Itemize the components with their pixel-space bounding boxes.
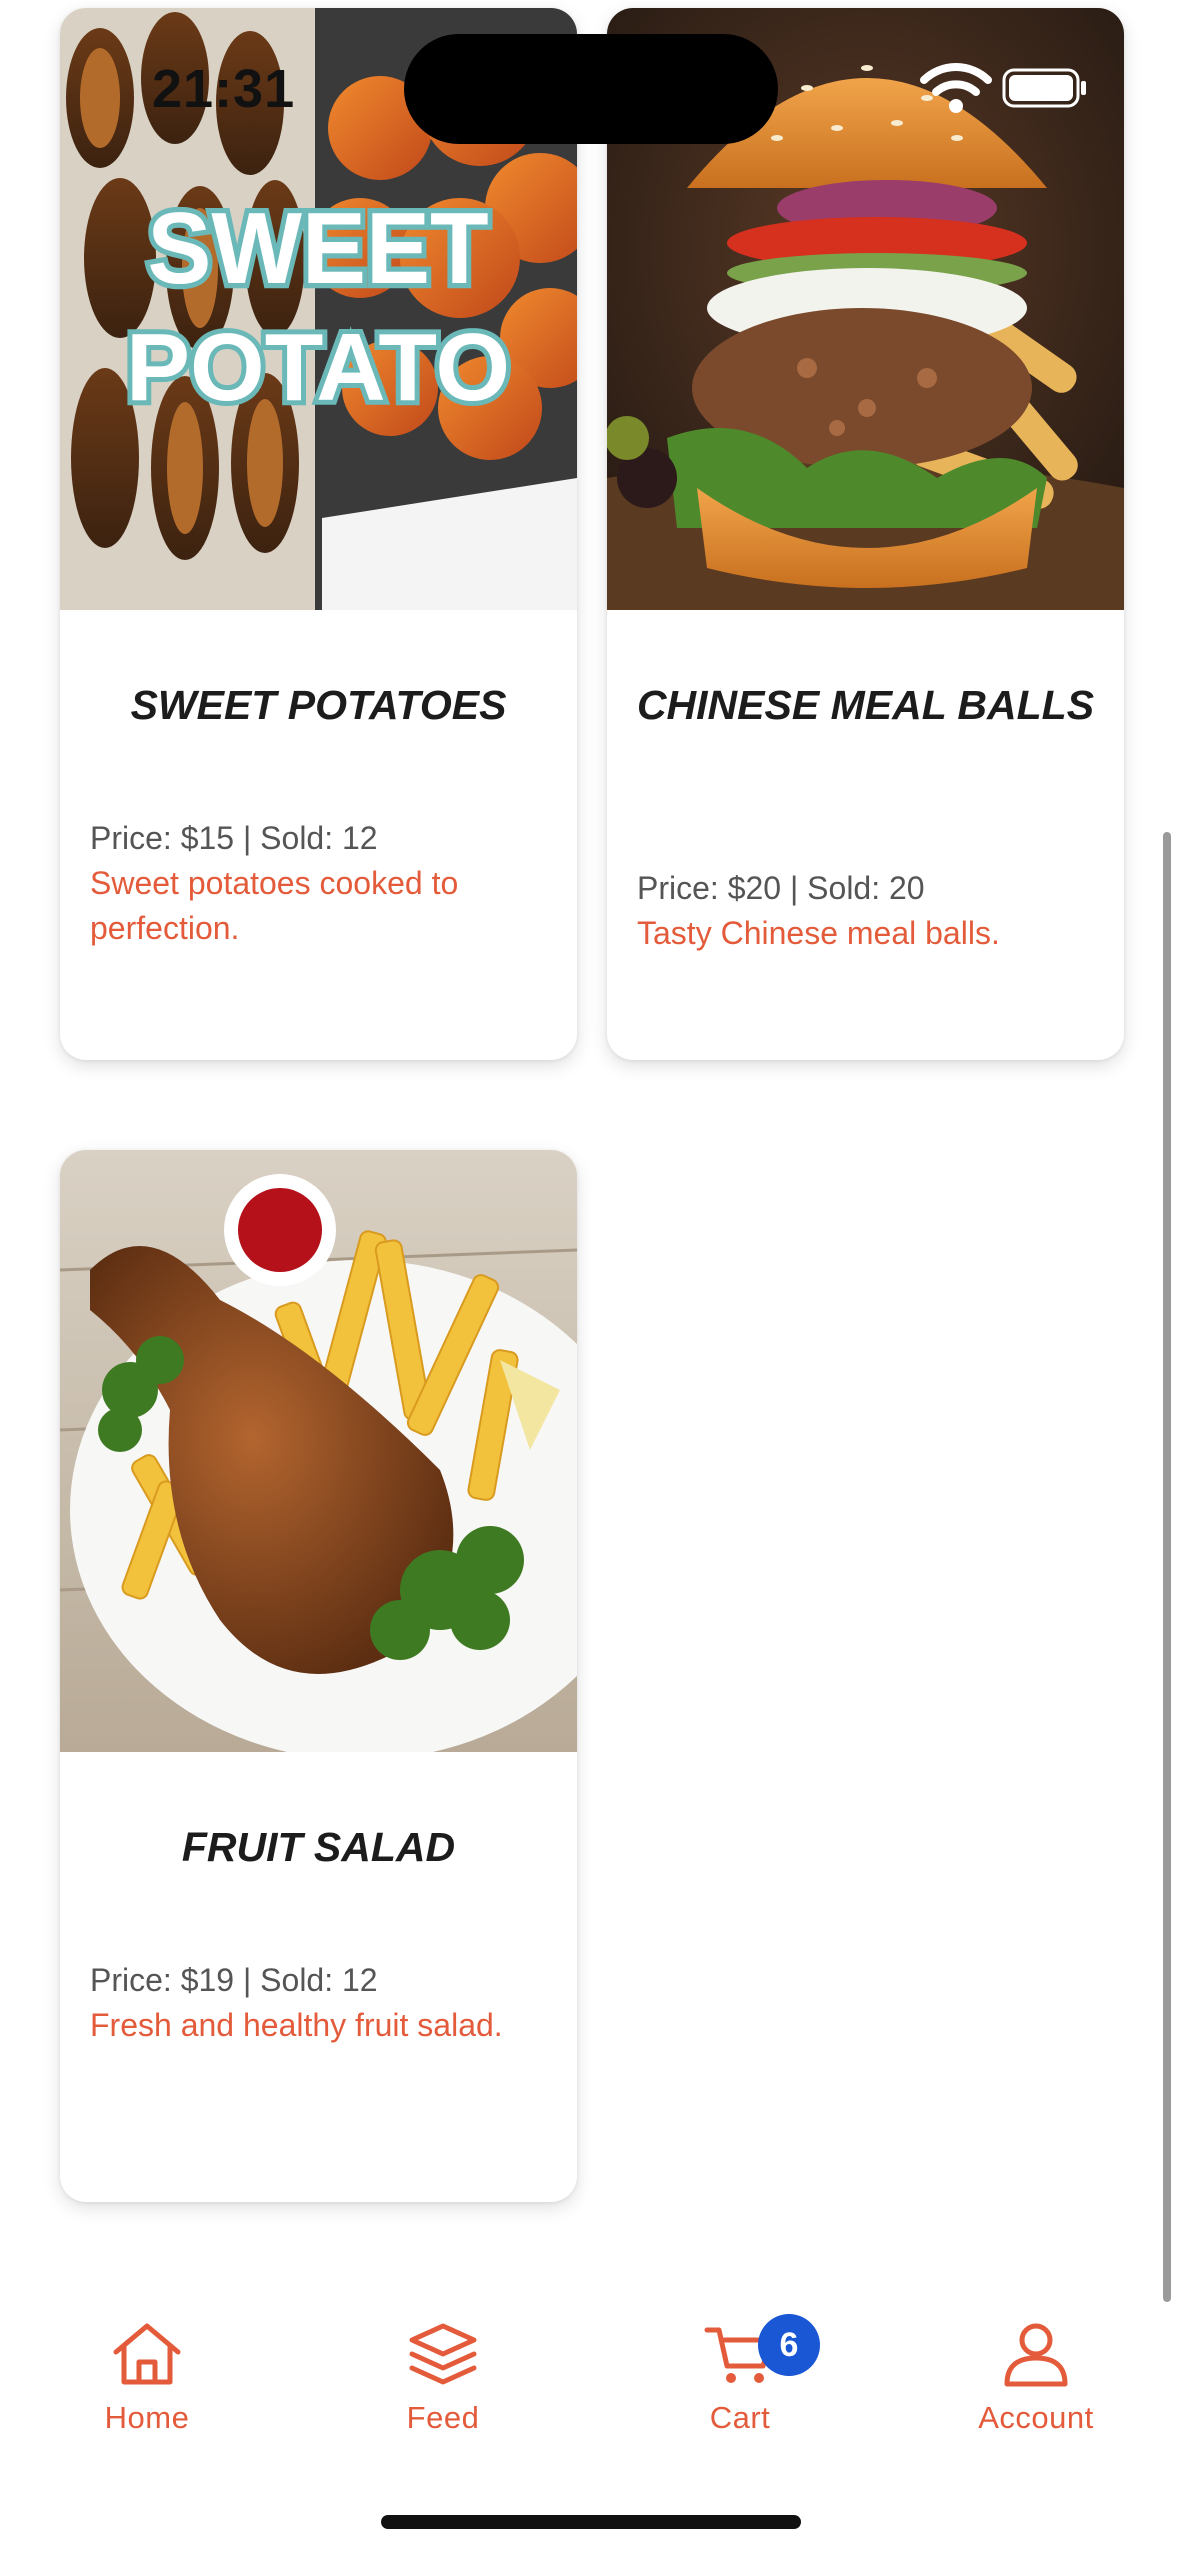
nav-home-label: Home [104,2400,190,2435]
nav-home[interactable]: Home [37,2320,257,2436]
product-price-sold: Price: $20 | Sold: 20 [637,870,925,906]
nav-feed-label: Feed [406,2400,480,2435]
product-title: SWEET POTATOES [130,682,507,728]
product-card[interactable]: CHINESE MEAL BALLS Price: $20 | Sold: 20… [607,8,1124,1060]
home-indicator[interactable] [381,2515,801,2529]
product-card[interactable]: FRUIT SALAD Price: $19 | Sold: 12 Fresh … [60,1150,577,2202]
product-card[interactable]: SWEET POTATO SWEET POTATOES Price: $15 |… [60,8,577,1060]
cart-badge: 6 [758,2314,820,2376]
scrollbar[interactable] [1163,832,1171,2302]
image-text-potato: POTATO [126,314,510,421]
product-title: CHINESE MEAL BALLS [636,682,1095,728]
product-description: Fresh and healthy fruit salad. [90,2007,503,2043]
user-icon [1004,2323,1068,2387]
home-icon [113,2323,181,2385]
image-text-sweet: SWEET [147,192,488,305]
product-price-sold: Price: $15 | Sold: 12 [90,820,378,856]
status-time: 21:31 [152,59,296,119]
wifi-icon [920,63,992,113]
nav-account[interactable]: Account [926,2320,1146,2436]
layers-icon [409,2323,477,2385]
nav-feed[interactable]: Feed [333,2320,553,2436]
chicken-fries-image [60,1150,577,1752]
product-title: FRUIT SALAD [181,1824,456,1870]
nav-cart-label: Cart [709,2400,771,2435]
product-description: Tasty Chinese meal balls. [637,915,1000,951]
dynamic-island [404,34,778,144]
product-price-sold: Price: $19 | Sold: 12 [90,1962,378,1998]
product-description: Sweet potatoes cooked to perfection. [90,865,459,946]
nav-account-label: Account [978,2400,1094,2435]
battery-icon [1002,68,1086,108]
